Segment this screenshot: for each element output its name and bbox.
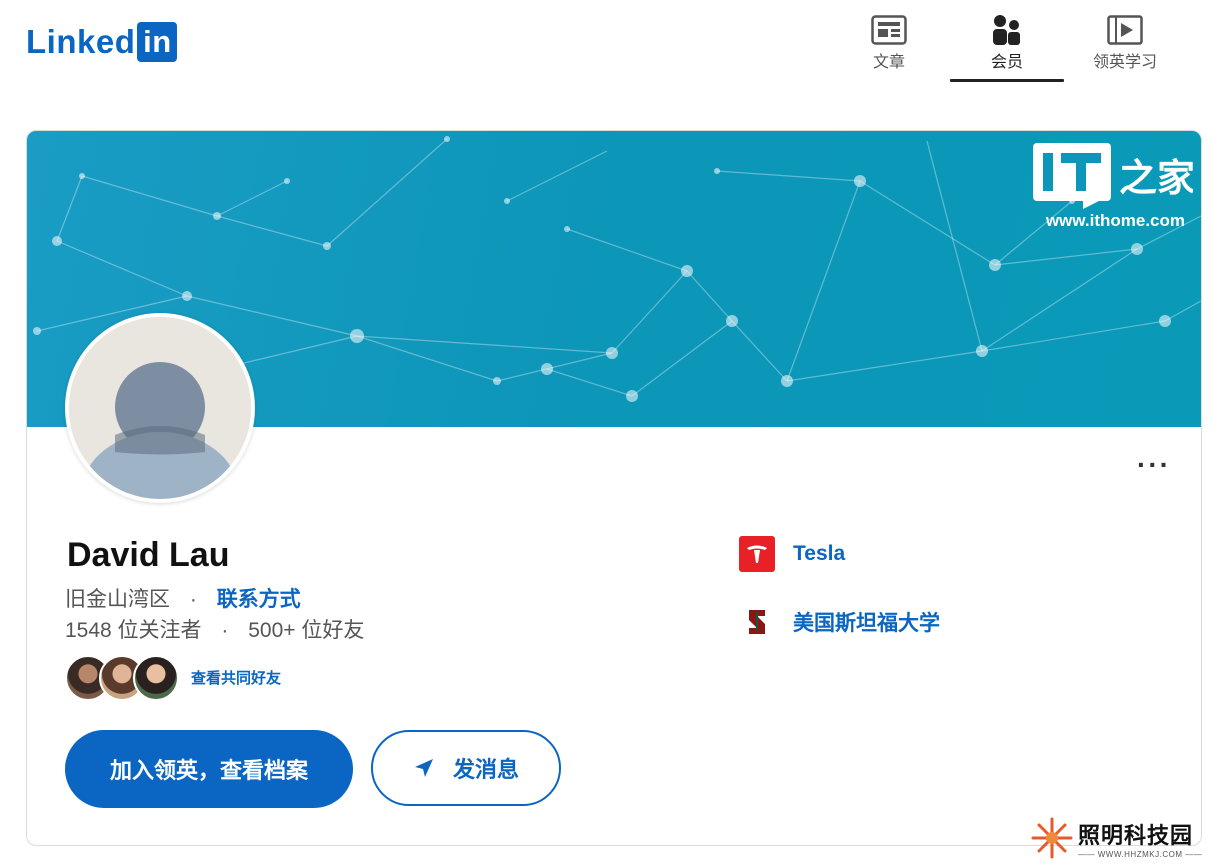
linkedin-logo[interactable]: Linked in (26, 22, 178, 62)
stanford-logo-icon (739, 604, 775, 640)
connections-count: 500+ 位好友 (248, 619, 365, 642)
followers-count: 1548 位关注者 (65, 619, 202, 642)
top-nav: 文章 会员 领英学习 (830, 10, 1184, 82)
profile-location: 旧金山湾区 (65, 588, 170, 611)
affiliation-tesla-label: Tesla (793, 542, 846, 565)
mutual-avatars (65, 655, 181, 701)
article-icon (871, 14, 907, 46)
profile-card: 之家 www.ithome.com ··· David Lau 旧金山湾区 · … (26, 130, 1202, 846)
tesla-logo-icon (739, 536, 775, 572)
mutual-connections: 查看共同好友 (65, 655, 281, 701)
affiliation-tesla[interactable]: Tesla (739, 536, 845, 572)
separator-dot: · (221, 619, 229, 642)
nav-articles-label: 文章 (872, 54, 905, 71)
learning-icon (1107, 14, 1143, 46)
nav-members[interactable]: 会员 (948, 10, 1066, 82)
site-watermark: 照明科技园 —— WWW.HHZMKJ.COM —— (1030, 816, 1202, 860)
affiliation-stanford[interactable]: 美国斯坦福大学 (739, 604, 940, 640)
profile-name: David Lau (67, 536, 230, 574)
sunburst-logo-icon (1031, 817, 1073, 859)
message-button-label: 发消息 (452, 757, 519, 782)
profile-location-row: 旧金山湾区 · 联系方式 (65, 583, 301, 613)
ithome-watermark-logo: 之家 www.ithome.com (1033, 137, 1193, 237)
ithome-url: www.ithome.com (1045, 211, 1185, 230)
profile-avatar[interactable] (65, 313, 255, 503)
message-button[interactable]: 发消息 (371, 730, 561, 806)
mutual-avatar (133, 655, 179, 701)
view-mutual-link[interactable]: 查看共同好友 (191, 667, 281, 688)
svg-text:之家: 之家 (1119, 155, 1193, 200)
nav-members-label: 会员 (990, 54, 1023, 71)
more-options-button[interactable]: ··· (1137, 449, 1171, 481)
profile-stats-row: 1548 位关注者 · 500+ 位好友 (65, 614, 364, 644)
logo-in-box: in (137, 22, 178, 62)
send-icon (414, 759, 433, 777)
join-view-profile-button[interactable]: 加入领英，查看档案 (65, 730, 353, 808)
default-person-icon (69, 317, 251, 499)
watermark-url: —— WWW.HHZMKJ.COM —— (1078, 849, 1203, 859)
separator-dot: · (189, 588, 197, 611)
nav-learning[interactable]: 领英学习 (1066, 10, 1184, 80)
affiliation-stanford-label: 美国斯坦福大学 (793, 612, 940, 635)
logo-text: Linked (26, 23, 136, 60)
contact-info-link[interactable]: 联系方式 (217, 588, 301, 611)
nav-learning-label: 领英学习 (1092, 54, 1157, 71)
watermark-text: 照明科技园 (1078, 822, 1194, 848)
nav-articles[interactable]: 文章 (830, 10, 948, 80)
people-icon (992, 14, 1022, 46)
